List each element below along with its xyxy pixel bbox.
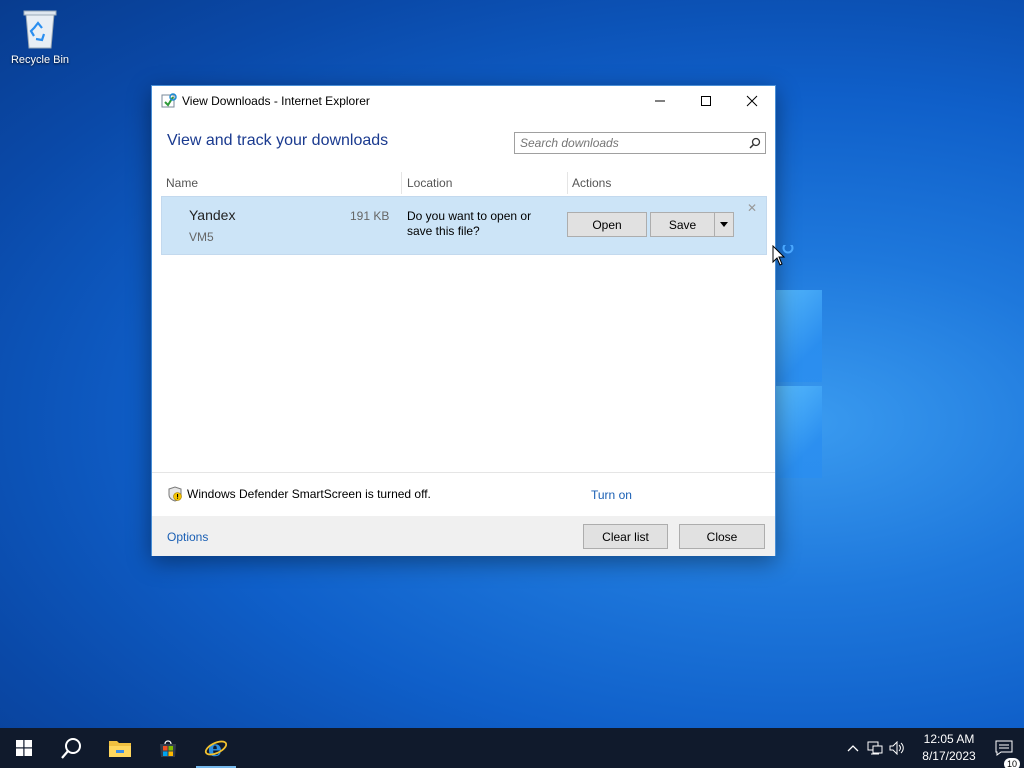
store-bag-icon <box>160 740 176 757</box>
search-box[interactable] <box>514 132 766 154</box>
windows-start-icon <box>16 740 32 756</box>
footer-bar: Options Clear list Close <box>152 516 775 556</box>
download-item[interactable]: Yandex 191 KB VM5 Do you want to open or… <box>161 196 767 255</box>
folder-icon <box>109 741 131 757</box>
open-button[interactable]: Open <box>567 212 647 237</box>
download-name: Yandex <box>189 207 236 223</box>
download-source: VM5 <box>189 230 214 244</box>
column-header-name[interactable]: Name <box>152 172 402 194</box>
save-options-dropdown[interactable] <box>714 212 734 237</box>
options-link[interactable]: Options <box>167 530 208 544</box>
view-downloads-window: View Downloads - Internet Explorer View … <box>151 85 776 556</box>
divider <box>152 472 775 473</box>
recycle-bin-icon <box>20 6 60 50</box>
microsoft-store-button[interactable] <box>144 728 192 768</box>
start-button[interactable] <box>0 728 48 768</box>
recycle-bin-shortcut[interactable]: Recycle Bin <box>8 6 72 66</box>
maximize-button[interactable] <box>683 86 729 116</box>
download-prompt: Do you want to open or save this file? <box>407 209 532 238</box>
column-header-actions: Actions <box>572 176 612 190</box>
close-window-button[interactable] <box>729 86 775 116</box>
shield-warning-icon <box>167 486 183 502</box>
system-tray: 12:05 AM 8/17/2023 10 <box>842 728 1024 768</box>
column-header-location[interactable]: Location <box>402 172 568 194</box>
close-button[interactable]: Close <box>679 524 765 549</box>
window-title: View Downloads - Internet Explorer <box>182 94 370 108</box>
title-bar[interactable]: View Downloads - Internet Explorer <box>152 86 775 116</box>
file-explorer-button[interactable] <box>96 728 144 768</box>
clock-date: 8/17/2023 <box>922 749 976 763</box>
chevron-down-icon <box>720 221 728 227</box>
notifications-icon <box>995 740 1013 756</box>
network-icon[interactable] <box>864 741 886 755</box>
recycle-bin-label: Recycle Bin <box>10 54 70 66</box>
download-size: 191 KB <box>350 209 390 223</box>
remove-download-icon[interactable]: ✕ <box>747 201 757 215</box>
search-icon[interactable] <box>745 133 765 153</box>
show-hidden-icons-chevron-up-icon[interactable] <box>842 744 864 752</box>
search-icon <box>61 738 81 759</box>
clock-time: 12:05 AM <box>923 732 975 746</box>
svg-text:e: e <box>208 736 222 760</box>
turn-on-link[interactable]: Turn on <box>591 488 632 502</box>
smartscreen-text: Windows Defender SmartScreen is turned o… <box>187 487 431 501</box>
search-input[interactable] <box>520 136 745 150</box>
save-button[interactable]: Save <box>650 212 715 237</box>
internet-explorer-icon: e <box>204 736 228 760</box>
notification-count-badge: 10 <box>1004 758 1021 768</box>
mouse-cursor-icon <box>772 242 796 272</box>
internet-explorer-button[interactable]: e <box>192 728 240 768</box>
smartscreen-notice: Windows Defender SmartScreen is turned o… <box>167 486 431 502</box>
page-title: View and track your downloads <box>167 132 389 149</box>
clock[interactable]: 12:05 AM 8/17/2023 <box>914 731 984 765</box>
minimize-button[interactable] <box>637 86 683 116</box>
volume-icon[interactable] <box>886 741 908 755</box>
taskbar: e 12:05 AM 8/17/2023 10 <box>0 728 1024 768</box>
clear-list-button[interactable]: Clear list <box>583 524 668 549</box>
column-headers: Name Location Actions <box>152 172 775 196</box>
action-center-button[interactable]: 10 <box>984 740 1024 768</box>
search-taskbar-button[interactable] <box>48 728 96 768</box>
ie-downloads-icon <box>161 93 177 109</box>
